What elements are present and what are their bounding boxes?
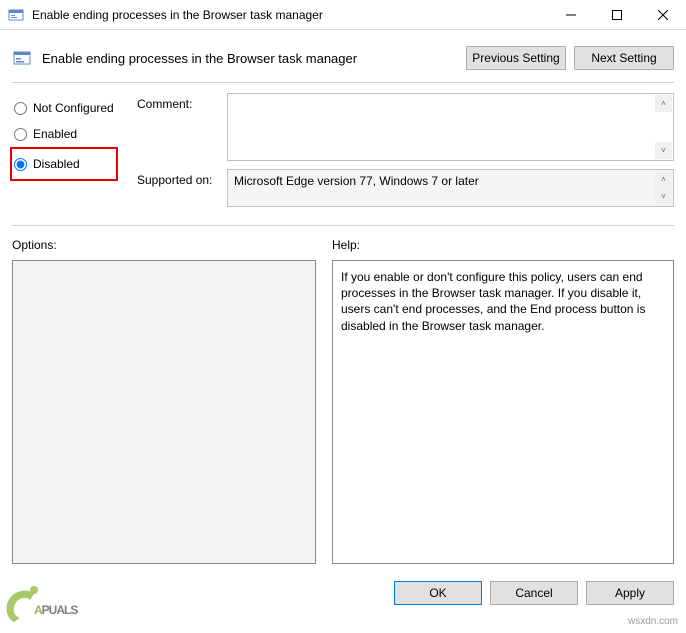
window-controls	[548, 0, 686, 30]
divider	[12, 82, 674, 83]
maximize-button[interactable]	[594, 0, 640, 30]
comment-label: Comment:	[137, 93, 227, 161]
comment-textarea[interactable]: ˄ ˅	[227, 93, 674, 161]
brand-watermark: APUALS	[0, 574, 140, 633]
source-watermark: wsxdn.com	[628, 616, 678, 627]
next-setting-button[interactable]: Next Setting	[574, 46, 674, 70]
dialog-button-bar: OK Cancel Apply	[394, 581, 674, 605]
supported-scroll: ˄ ˅	[655, 171, 672, 205]
policy-icon	[12, 48, 32, 68]
options-panel	[12, 260, 316, 564]
radio-enabled-input[interactable]	[14, 128, 27, 141]
brand-text-suffix: PUALS	[42, 603, 79, 617]
help-column: Help: If you enable or don't configure t…	[332, 238, 674, 564]
radio-enabled[interactable]: Enabled	[12, 121, 137, 147]
window-titlebar: Enable ending processes in the Browser t…	[0, 0, 686, 30]
configuration-row: Not Configured Enabled Disabled Comment:	[12, 93, 674, 215]
annotation-highlight-box: Disabled	[10, 147, 118, 181]
policy-title: Enable ending processes in the Browser t…	[42, 51, 458, 66]
window-app-icon	[8, 7, 24, 23]
radio-disabled-label: Disabled	[33, 157, 80, 171]
supported-label: Supported on:	[137, 169, 227, 207]
lower-panels: Options: Help: If you enable or don't co…	[12, 238, 674, 564]
policy-header: Enable ending processes in the Browser t…	[12, 38, 674, 78]
previous-setting-button[interactable]: Previous Setting	[466, 46, 566, 70]
window-title: Enable ending processes in the Browser t…	[32, 8, 548, 22]
radio-disabled-input[interactable]	[14, 158, 27, 171]
window-content: Enable ending processes in the Browser t…	[0, 30, 686, 572]
radio-disabled[interactable]: Disabled	[12, 151, 116, 177]
supported-row: Supported on: Microsoft Edge version 77,…	[137, 169, 674, 207]
cancel-button[interactable]: Cancel	[490, 581, 578, 605]
radio-not-configured-input[interactable]	[14, 102, 27, 115]
help-panel: If you enable or don't configure this po…	[332, 260, 674, 564]
options-label: Options:	[12, 238, 316, 260]
scroll-down-icon[interactable]: ˅	[655, 188, 672, 205]
ok-button[interactable]: OK	[394, 581, 482, 605]
close-button[interactable]	[640, 0, 686, 30]
radio-not-configured-label: Not Configured	[33, 101, 114, 115]
radio-not-configured[interactable]: Not Configured	[12, 95, 137, 121]
scroll-down-icon[interactable]: ˅	[655, 142, 672, 159]
minimize-button[interactable]	[548, 0, 594, 30]
svg-text:APUALS: APUALS	[34, 603, 78, 617]
comment-row: Comment: ˄ ˅	[137, 93, 674, 161]
supported-on-box: Microsoft Edge version 77, Windows 7 or …	[227, 169, 674, 207]
state-radio-group: Not Configured Enabled Disabled	[12, 93, 137, 215]
apply-button[interactable]: Apply	[586, 581, 674, 605]
help-text: If you enable or don't configure this po…	[341, 270, 645, 333]
fields-column: Comment: ˄ ˅ Supported on: Microsoft Edg…	[137, 93, 674, 215]
supported-value: Microsoft Edge version 77, Windows 7 or …	[234, 174, 479, 188]
help-label: Help:	[332, 238, 674, 260]
scroll-up-icon[interactable]: ˄	[655, 95, 672, 112]
comment-scroll: ˄ ˅	[655, 95, 672, 159]
options-column: Options:	[12, 238, 316, 564]
scroll-up-icon[interactable]: ˄	[655, 171, 672, 188]
radio-enabled-label: Enabled	[33, 127, 77, 141]
divider	[12, 225, 674, 226]
